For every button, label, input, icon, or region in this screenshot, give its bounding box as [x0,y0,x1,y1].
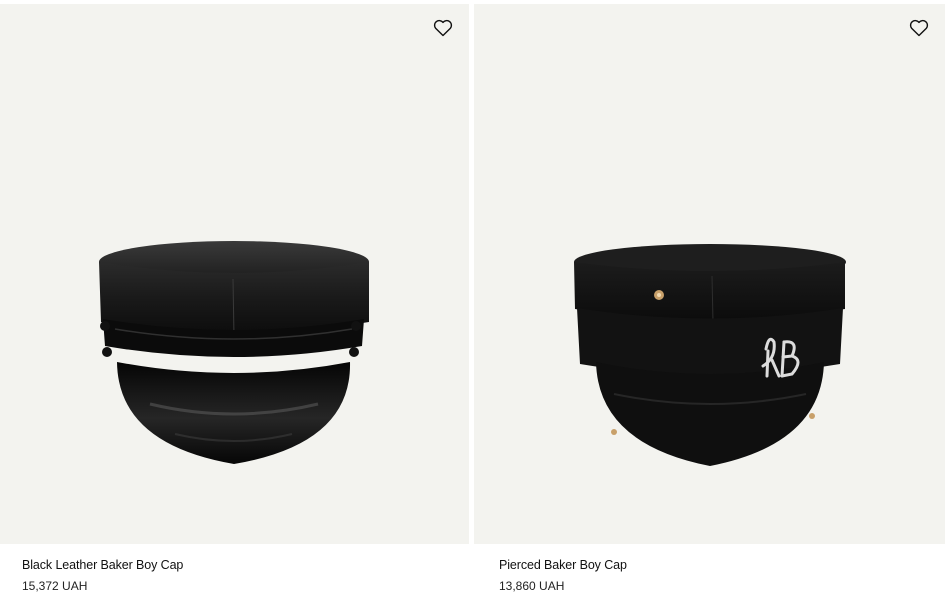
product-price: 15,372 UAH [22,579,88,593]
product-name[interactable]: Pierced Baker Boy Cap [499,558,945,573]
product-image-area[interactable] [474,4,945,544]
product-image-black-wool-cap-rb[interactable] [474,4,945,544]
product-card[interactable]: Pierced Baker Boy Cap 13,860 UAH [474,4,945,593]
product-grid: Black Leather Baker Boy Cap 15,372 UAH P… [0,0,950,602]
product-price: 13,860 UAH [499,579,565,593]
product-image-black-leather-cap[interactable] [0,4,469,544]
product-info: Pierced Baker Boy Cap 13,860 UAH [474,544,945,593]
product-image-area[interactable] [0,4,469,544]
wishlist-heart-icon[interactable] [431,17,455,39]
wishlist-heart-icon[interactable] [907,17,931,39]
product-name[interactable]: Black Leather Baker Boy Cap [22,558,469,573]
product-info: Black Leather Baker Boy Cap 15,372 UAH [0,544,469,593]
product-card[interactable]: Black Leather Baker Boy Cap 15,372 UAH [0,4,469,593]
